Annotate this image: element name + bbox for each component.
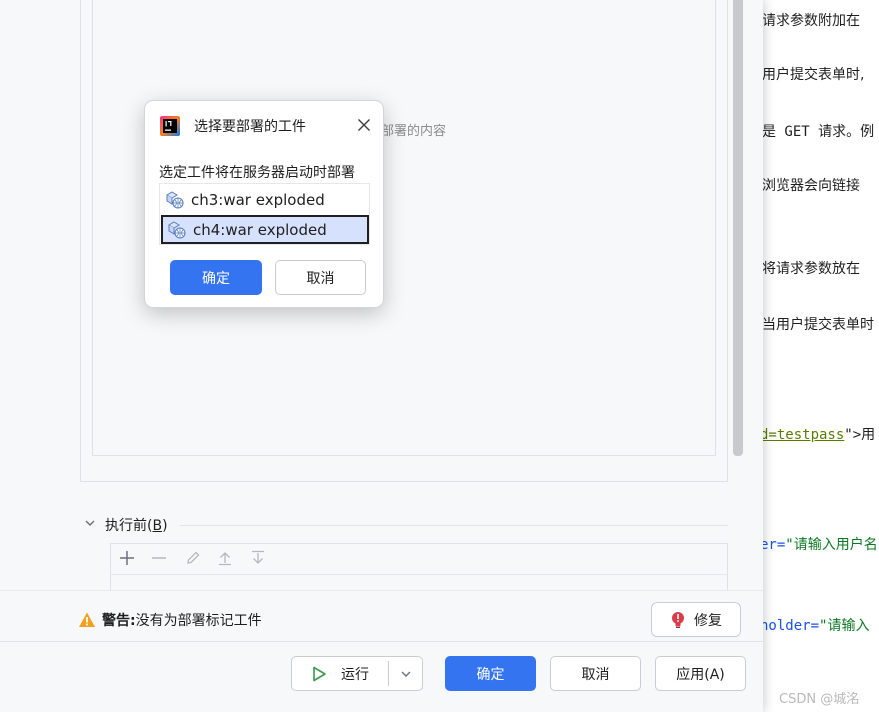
artifact-list: ch3:war exploded ch4:war exploded bbox=[159, 183, 370, 245]
artifact-item-ch3[interactable]: ch3:war exploded bbox=[161, 185, 369, 214]
edit-icon[interactable] bbox=[183, 548, 203, 568]
close-icon[interactable] bbox=[354, 115, 374, 135]
editor-line-8: er="请输入用户名 bbox=[760, 537, 878, 553]
scrollbar[interactable] bbox=[733, 0, 743, 456]
run-button-label: 运行 bbox=[341, 666, 369, 683]
fix-button-label: 修复 bbox=[694, 612, 722, 629]
watermark: CSDN @城洺 bbox=[779, 692, 860, 707]
play-icon bbox=[313, 666, 326, 681]
apply-button[interactable]: 应用(A) bbox=[655, 656, 746, 691]
intellij-logo-icon bbox=[160, 116, 180, 136]
section-divider bbox=[180, 525, 728, 526]
popup-description: 选定工件将在服务器启动时部署 bbox=[159, 165, 355, 181]
artifact-item-ch4[interactable]: ch4:war exploded bbox=[161, 215, 369, 244]
move-up-icon[interactable] bbox=[215, 548, 235, 568]
run-split-button: 运行 bbox=[291, 656, 423, 691]
warning-message: 警告: 没有为部署标记工件 bbox=[78, 609, 262, 631]
warning-text: 没有为部署标记工件 bbox=[135, 613, 262, 629]
background-code-editor: 请求参数附加在 用户提交表单时, 是 GET 请求。例 浏览器会向链接 将请求参… bbox=[745, 0, 879, 712]
fix-button[interactable]: 修复 bbox=[651, 602, 741, 637]
popup-ok-button[interactable]: 确定 bbox=[170, 260, 262, 295]
move-down-icon[interactable] bbox=[248, 548, 268, 568]
run-button[interactable]: 运行 bbox=[292, 657, 388, 690]
warning-divider bbox=[0, 590, 763, 591]
popup-cancel-button[interactable]: 取消 bbox=[275, 260, 366, 295]
warning-label: 警告: bbox=[102, 613, 136, 629]
remove-icon[interactable] bbox=[149, 548, 169, 568]
editor-line-1: 请求参数附加在 bbox=[762, 13, 860, 29]
chevron-down-icon[interactable] bbox=[84, 517, 98, 531]
artifact-label: ch3:war exploded bbox=[191, 190, 325, 209]
editor-line-9: holder="请输入 bbox=[760, 618, 870, 634]
select-artifact-dialog: 选择要部署的工件 选定工件将在服务器启动时部署 ch3:war exploded… bbox=[144, 100, 384, 308]
editor-line-2: 用户提交表单时, bbox=[762, 67, 865, 83]
editor-line-3: 是 GET 请求。例 bbox=[762, 124, 875, 140]
editor-line-4: 浏览器会向链接 bbox=[762, 178, 860, 194]
artifact-icon bbox=[168, 220, 186, 239]
cancel-button[interactable]: 取消 bbox=[550, 656, 641, 691]
artifact-icon bbox=[166, 190, 184, 209]
editor-line-5: 将请求参数放在 bbox=[762, 261, 860, 277]
add-icon[interactable] bbox=[117, 548, 137, 568]
editor-line-6: 当用户提交表单时 bbox=[762, 317, 874, 333]
editor-line-7: d=testpass">用 bbox=[760, 427, 876, 443]
run-dropdown-button[interactable] bbox=[389, 657, 423, 690]
ok-button[interactable]: 确定 bbox=[445, 656, 536, 691]
warning-icon bbox=[79, 612, 95, 627]
popup-title: 选择要部署的工件 bbox=[194, 119, 306, 135]
footer-divider bbox=[0, 641, 763, 642]
before-launch-title: 执行前(B) bbox=[105, 518, 168, 534]
chevron-down-icon bbox=[401, 671, 411, 677]
artifact-label: ch4:war exploded bbox=[193, 220, 327, 239]
lightbulb-error-icon bbox=[672, 611, 684, 628]
